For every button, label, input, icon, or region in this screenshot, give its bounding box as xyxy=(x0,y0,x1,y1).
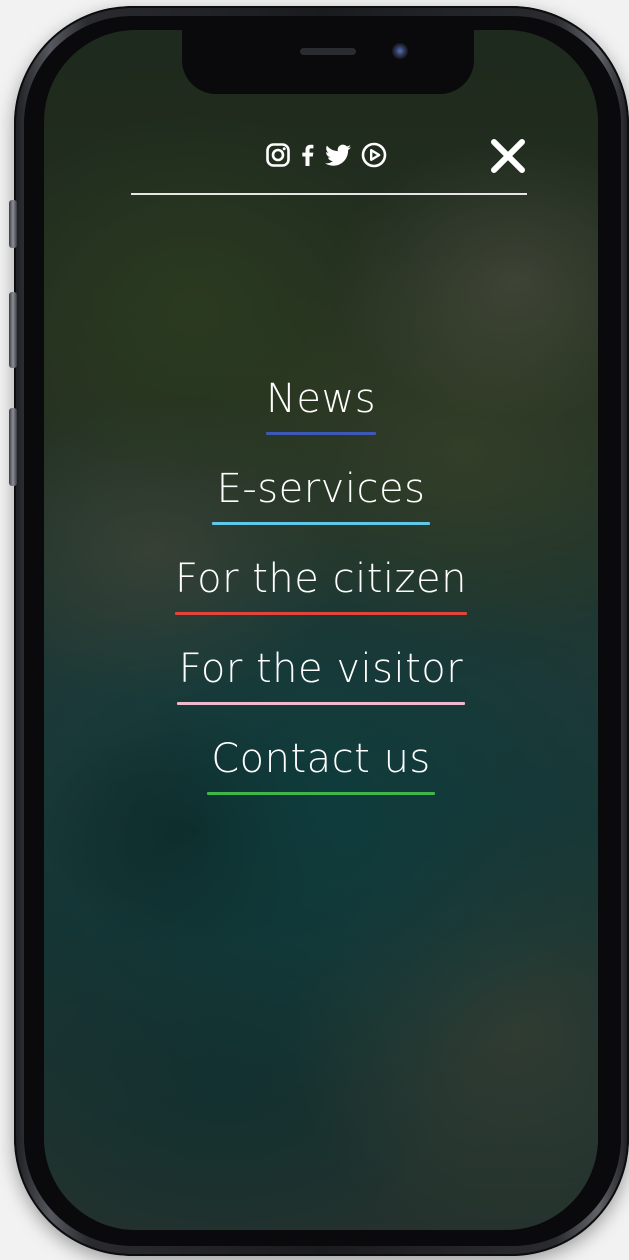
menu-item-for-the-visitor[interactable]: For the visitor xyxy=(44,640,598,730)
menu-item-label: News xyxy=(265,376,377,422)
volume-down-button xyxy=(9,408,17,486)
phone-screen: News E-services For the citizen For the … xyxy=(44,30,598,1230)
mute-switch xyxy=(9,200,17,248)
menu-item-label: For the visitor xyxy=(178,646,464,692)
facebook-icon[interactable] xyxy=(298,141,316,169)
header-divider xyxy=(131,193,527,195)
phone-mockup: News E-services For the citizen For the … xyxy=(0,0,629,1260)
youtube-icon[interactable] xyxy=(360,141,388,169)
menu-item-underline xyxy=(175,612,467,615)
menu-item-contact-us[interactable]: Contact us xyxy=(44,730,598,820)
menu-item-underline xyxy=(207,792,435,795)
front-camera xyxy=(392,43,408,59)
menu-item-label: E-services xyxy=(216,466,426,512)
earpiece-speaker xyxy=(300,48,356,55)
main-menu: News E-services For the citizen For the … xyxy=(44,370,598,820)
menu-item-label: Contact us xyxy=(211,736,431,782)
close-menu-button[interactable] xyxy=(486,134,530,178)
menu-item-underline xyxy=(212,522,430,525)
instagram-icon[interactable] xyxy=(264,141,292,169)
menu-item-for-the-citizen[interactable]: For the citizen xyxy=(44,550,598,640)
close-icon xyxy=(491,139,525,173)
menu-item-underline xyxy=(177,702,465,705)
twitter-icon[interactable] xyxy=(322,141,354,169)
volume-up-button xyxy=(9,292,17,368)
notch xyxy=(182,30,474,94)
menu-item-label: For the citizen xyxy=(175,556,467,602)
menu-item-news[interactable]: News xyxy=(44,370,598,460)
menu-item-underline xyxy=(266,432,376,435)
social-links xyxy=(264,138,388,172)
menu-item-e-services[interactable]: E-services xyxy=(44,460,598,550)
